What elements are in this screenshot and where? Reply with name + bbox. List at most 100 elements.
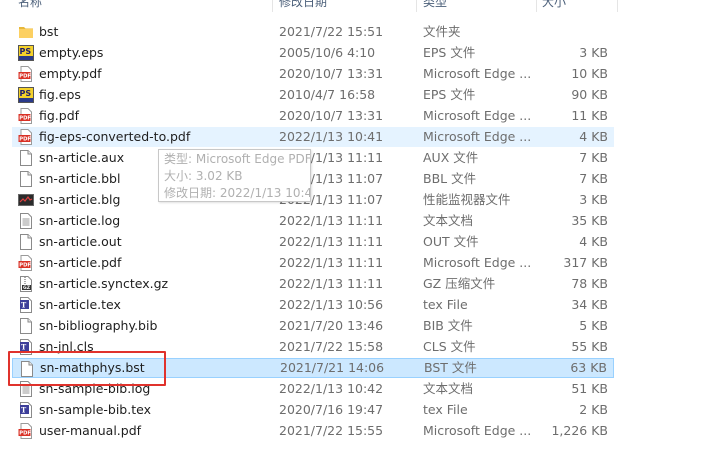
column-header-type[interactable]: 类型 <box>423 0 447 11</box>
perfmon-icon <box>18 192 34 208</box>
column-divider[interactable] <box>536 0 537 12</box>
file-modified-date: 2022/1/13 11:11 <box>279 213 384 228</box>
blank-file-icon <box>18 318 34 334</box>
file-name: bst <box>39 24 59 39</box>
file-row[interactable]: PDF fig.pdf 2020/10/7 13:31 Microsoft Edge … <box>12 106 614 126</box>
file-type: tex File <box>423 297 468 312</box>
file-size: 35 KB <box>571 213 608 228</box>
column-header-bar: 名称 修改日期 类型 大小 <box>0 0 709 12</box>
file-modified-date: 2021/7/21 14:06 <box>280 360 385 375</box>
file-row[interactable]: Tsn-article.tex 2022/1/13 10:56 tex File 34… <box>12 295 614 315</box>
file-info-tooltip: 类型: Microsoft Edge PDF Document 大小: 3.02… <box>158 149 311 202</box>
svg-text:PDF: PDF <box>19 74 31 80</box>
file-row[interactable]: sn-article.aux 2022/1/13 11:11 AUX 文件 7 KB <box>12 148 614 168</box>
file-size: 55 KB <box>571 339 608 354</box>
file-type: Microsoft Edge ... <box>423 255 532 270</box>
file-modified-date: 2005/10/6 4:10 <box>279 45 376 60</box>
tooltip-size-line: 大小: 3.02 KB <box>164 169 243 183</box>
file-name: fig.pdf <box>39 108 80 123</box>
file-modified-date: 2020/10/7 13:31 <box>279 66 384 81</box>
photoshop-eps-icon: PS <box>18 45 34 61</box>
file-row[interactable]: Tsn-sample-bib.tex 2020/7/16 19:47 tex Fil… <box>12 400 614 420</box>
column-header-size[interactable]: 大小 <box>542 0 566 11</box>
file-row[interactable]: PDF user-manual.pdf 2021/7/22 15:55 Microso… <box>12 421 614 441</box>
file-size: 3 KB <box>579 45 608 60</box>
gz-archive-icon: GZ <box>18 276 34 292</box>
highlight-annotation-box <box>8 351 166 386</box>
file-modified-date: 2021/7/22 15:51 <box>279 24 384 39</box>
svg-text:PS: PS <box>20 47 32 56</box>
file-size: 63 KB <box>570 360 607 375</box>
file-type: Microsoft Edge ... <box>423 108 532 123</box>
file-type: EPS 文件 <box>423 45 476 60</box>
file-size: 51 KB <box>571 381 608 396</box>
file-name: sn-article.synctex.gz <box>39 276 169 291</box>
pdf-icon: PDF <box>18 66 34 82</box>
file-row[interactable]: sn-bibliography.bib 2021/7/20 13:46 BIB 文件… <box>12 316 614 336</box>
blank-file-icon <box>18 234 34 250</box>
file-type: GZ 压缩文件 <box>423 276 496 291</box>
file-size: 78 KB <box>571 276 608 291</box>
file-row[interactable]: sn-article.bbl 2022/1/13 11:07 BBL 文件 7 KB <box>12 169 614 189</box>
file-size: 90 KB <box>571 87 608 102</box>
file-type: BST 文件 <box>424 360 477 375</box>
blank-file-icon <box>18 150 34 166</box>
column-divider[interactable] <box>272 0 273 12</box>
file-modified-date: 2021/7/22 15:55 <box>279 423 384 438</box>
file-row[interactable]: sn-article.blg 2022/1/13 11:07 性能监视器文件 3 KB <box>12 190 614 210</box>
tooltip-type-line: 类型: Microsoft Edge PDF Document <box>164 152 310 166</box>
file-size: 3 KB <box>579 192 608 207</box>
file-row[interactable]: sn-article.out 2022/1/13 11:11 OUT 文件 4 KB <box>12 232 614 252</box>
file-size: 34 KB <box>571 297 608 312</box>
file-type: BBL 文件 <box>423 171 477 186</box>
photoshop-eps-icon: PS <box>18 87 34 103</box>
svg-text:PDF: PDF <box>19 431 31 437</box>
tex-file-icon: T <box>18 297 34 313</box>
file-name: sn-article.log <box>39 213 121 228</box>
file-row[interactable]: bst 2021/7/22 15:51 文件夹 <box>12 22 614 42</box>
svg-text:T: T <box>21 301 27 310</box>
file-size: 1,226 KB <box>551 423 608 438</box>
file-type: 文本文档 <box>423 381 474 396</box>
file-name: sn-bibliography.bib <box>39 318 158 333</box>
file-modified-date: 2022/1/13 11:11 <box>279 234 384 249</box>
file-row[interactable]: PS fig.eps 2010/4/7 16:58 EPS 文件 90 KB <box>12 85 614 105</box>
file-type: 文件夹 <box>423 24 461 39</box>
file-name: fig.eps <box>39 87 81 102</box>
file-size: 7 KB <box>579 150 608 165</box>
text-file-icon <box>18 213 34 229</box>
file-name: sn-article.out <box>39 234 122 249</box>
file-modified-date: 2020/10/7 13:31 <box>279 108 384 123</box>
file-modified-date: 2022/1/13 10:42 <box>279 381 384 396</box>
svg-text:PDF: PDF <box>19 263 31 269</box>
file-type: AUX 文件 <box>423 150 479 165</box>
file-row[interactable]: PS empty.eps 2005/10/6 4:10 EPS 文件 3 KB <box>12 43 614 63</box>
file-type: BIB 文件 <box>423 318 473 333</box>
file-type: Microsoft Edge ... <box>423 423 532 438</box>
file-row[interactable]: PDF sn-article.pdf 2022/1/13 11:11 Microsof… <box>12 253 614 273</box>
file-name: sn-sample-bib.tex <box>39 402 151 417</box>
file-row[interactable]: sn-article.log 2022/1/13 11:11 文本文档 35 KB <box>12 211 614 231</box>
file-modified-date: 2010/4/7 16:58 <box>279 87 376 102</box>
file-type: tex File <box>423 402 468 417</box>
file-name: empty.eps <box>39 45 104 60</box>
file-size: 10 KB <box>571 66 608 81</box>
blank-file-icon <box>18 171 34 187</box>
file-row[interactable]: PDF fig-eps-converted-to.pdf 2022/1/13 10:… <box>12 127 614 147</box>
file-row[interactable]: PDF empty.pdf 2020/10/7 13:31 Microsoft Edg… <box>12 64 614 84</box>
column-header-name[interactable]: 名称 <box>18 0 42 11</box>
column-header-date[interactable]: 修改日期 <box>279 0 327 11</box>
file-name: sn-article.tex <box>39 297 121 312</box>
file-modified-date: 2022/1/13 10:41 <box>279 129 384 144</box>
file-size: 5 KB <box>579 318 608 333</box>
file-type: OUT 文件 <box>423 234 479 249</box>
file-row[interactable]: GZ sn-article.synctex.gz 2022/1/13 11:11 GZ… <box>12 274 614 294</box>
file-name: empty.pdf <box>39 66 102 81</box>
file-modified-date: 2022/1/13 11:11 <box>279 276 384 291</box>
column-divider[interactable] <box>617 0 618 12</box>
file-size: 317 KB <box>563 255 608 270</box>
file-type: 文本文档 <box>423 213 474 228</box>
file-name: user-manual.pdf <box>39 423 142 438</box>
file-name: sn-article.pdf <box>39 255 122 270</box>
column-divider[interactable] <box>416 0 417 12</box>
